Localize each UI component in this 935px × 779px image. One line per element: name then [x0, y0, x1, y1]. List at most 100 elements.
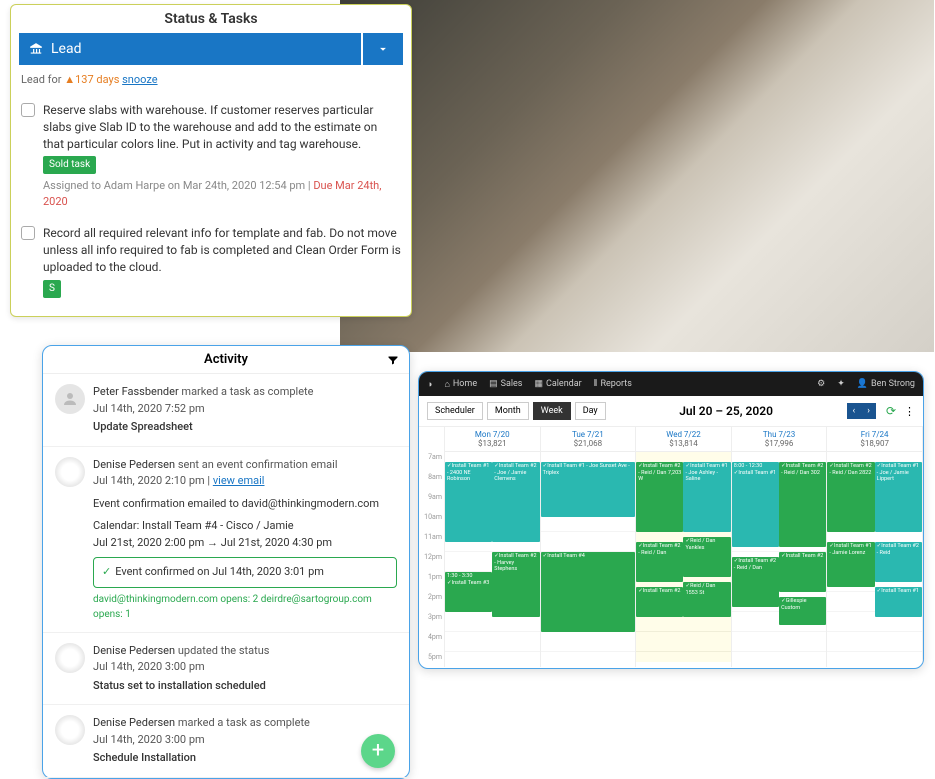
calendar-grid: 7am8am9am10am11am12pm1pm2pm3pm4pm5pm6pm7… [419, 427, 923, 667]
calendar-title: Jul 20 – 25, 2020 [610, 404, 843, 418]
filter-icon[interactable] [387, 352, 399, 367]
sold-task-badge: S [43, 280, 61, 298]
calendar-event[interactable]: ✓Install Team #2 [779, 552, 826, 592]
more-icon[interactable]: ⋮ [904, 405, 915, 418]
view-scheduler[interactable]: Scheduler [427, 402, 483, 420]
day-name[interactable]: Mon 7/20 [445, 430, 540, 439]
activity-item: Denise Pedersen updated the statusJul 14… [43, 633, 409, 706]
calendar-event[interactable]: ✓Install Team #4 [541, 552, 636, 632]
calendar-event[interactable]: ✓Install Team #2 - Reid / Dan [636, 542, 683, 582]
time-label: 10am [419, 513, 444, 533]
day-header: Tue 7/21$21,068 [541, 427, 636, 452]
calendar-event[interactable]: ✓Install Team #2 - Reid / Dan 302 [779, 462, 826, 547]
calendar-event[interactable]: ✓Install Team #2 - Reid / Dan 7,203 W [636, 462, 683, 532]
view-week[interactable]: Week [533, 402, 571, 420]
lead-dropdown[interactable] [363, 33, 403, 65]
task-checkbox[interactable] [21, 226, 35, 240]
day-name[interactable]: Tue 7/21 [541, 430, 636, 439]
activity-item: Denise Pedersen marked a task as complet… [43, 705, 409, 778]
app-logo[interactable]: ◑ [427, 379, 432, 390]
activity-when: Jul 14th, 2020 3:00 pm [93, 659, 397, 676]
next-button[interactable]: › [861, 403, 876, 419]
lead-label: Lead [51, 41, 81, 57]
calendar-event[interactable]: ✓Reid / Dan 1553 St [683, 582, 730, 617]
user-menu[interactable]: 👤 Ben Strong [857, 379, 915, 389]
nav-reports[interactable]: ⫴ Reports [594, 379, 632, 389]
day-body[interactable]: ✓Install Team #1 - 2400 NE Robinson✓Inst… [445, 452, 540, 662]
activity-title: Status set to installation scheduled [93, 678, 397, 695]
calendar-event[interactable]: ✓Install Team #2 - Reid [875, 542, 922, 582]
event-confirmed: ✓Event confirmed on Jul 14th, 2020 3:01 … [93, 557, 397, 588]
time-label: 7am [419, 453, 444, 473]
status-tasks-card: Status & Tasks Lead Lead for ▲137 days s… [10, 4, 412, 317]
bank-icon [29, 42, 43, 56]
hero-photo [340, 0, 934, 352]
settings-icon[interactable]: ⚙ [817, 379, 825, 389]
day-name[interactable]: Fri 7/24 [827, 430, 922, 439]
calendar-event[interactable]: 8:00 - 12:30 ✓Install Team #1 [732, 462, 779, 547]
view-email-link[interactable]: view email [213, 474, 265, 487]
calendar-event[interactable]: ✓Install Team #1 [875, 587, 922, 617]
view-day[interactable]: Day [575, 402, 606, 420]
activity-title: Schedule Installation [93, 750, 397, 767]
refresh-icon[interactable]: ⟳ [886, 404, 896, 418]
task-meta: Assigned to Adam Harpe on Mar 24th, 2020… [43, 178, 401, 209]
day-header: Wed 7/22$13,814 [636, 427, 731, 452]
activity-card: Activity Peter Fassbender marked a task … [42, 345, 410, 779]
calendar-event[interactable]: ✓Gillespie Custom [779, 597, 826, 625]
snooze-link[interactable]: snooze [122, 73, 157, 86]
time-label: 9am [419, 493, 444, 513]
app-topbar: ◑ ⌂ Home ▤ Sales ▦ Calendar ⫴ Reports ⚙ … [419, 372, 923, 396]
time-label: 4pm [419, 633, 444, 653]
calendar-event[interactable]: ✓Install Team #2 - Reid / Dan [732, 557, 779, 607]
day-column: Thu 7/23$17,9968:00 - 12:30 ✓Install Tea… [732, 427, 828, 667]
nav-calendar[interactable]: ▦ Calendar [534, 379, 581, 389]
day-body[interactable]: ✓Install Team #1 - Joe Sunset Ave - Trip… [541, 452, 636, 662]
activity-who: Denise Pedersen [93, 716, 175, 729]
calendar-event[interactable]: ✓Install Team #1 - Joe Ashley - Saline [683, 462, 730, 532]
activity-item: Peter Fassbender marked a task as comple… [43, 374, 409, 447]
add-activity-fab[interactable]: + [361, 734, 395, 768]
view-month[interactable]: Month [487, 402, 529, 420]
status-header: Status & Tasks [11, 5, 411, 33]
prev-button[interactable]: ‹ [847, 403, 862, 419]
activity-action: marked a task as complete [181, 385, 313, 398]
activity-when: Jul 14th, 2020 7:52 pm [93, 401, 397, 418]
calendar-event[interactable]: ✓Install Team #1 - Joe / Jamie Lippert [875, 462, 922, 532]
time-label: 5pm [419, 653, 444, 669]
chevron-down-icon [376, 42, 390, 56]
day-amount: $13,821 [445, 439, 540, 448]
calendar-event[interactable]: ✓Install Team #2 - Joe / Jamie Clemens [492, 462, 539, 542]
task-text: Reserve slabs with warehouse. If custome… [43, 102, 401, 152]
activity-title: Update Spreadsheet [93, 419, 397, 436]
day-name[interactable]: Wed 7/22 [636, 430, 731, 439]
day-header: Mon 7/20$13,821 [445, 427, 540, 452]
day-body[interactable]: 8:00 - 12:30 ✓Install Team #1✓Install Te… [732, 452, 827, 662]
nav-sales[interactable]: ▤ Sales [489, 379, 522, 389]
avatar [55, 643, 85, 673]
email-opens: david@thinkingmodern.com opens: 2 deirdr… [93, 592, 397, 622]
task-text: Record all required relevant info for te… [43, 225, 401, 275]
day-name[interactable]: Thu 7/23 [732, 430, 827, 439]
day-body[interactable]: ✓Install Team #2 - Reid / Dan 7,203 W✓In… [636, 452, 731, 662]
day-header: Thu 7/23$17,996 [732, 427, 827, 452]
calendar-event[interactable]: ✓Install Team #2 - Reid / Dan 2822 [827, 462, 874, 532]
day-body[interactable]: ✓Install Team #2 - Reid / Dan 2822✓Insta… [827, 452, 922, 662]
calendar-event[interactable]: ✓Install Team #1 - 2400 NE Robinson [445, 462, 492, 542]
task-checkbox[interactable] [21, 103, 35, 117]
calendar-card: ◑ ⌂ Home ▤ Sales ▦ Calendar ⫴ Reports ⚙ … [418, 371, 924, 669]
time-label: 11am [419, 533, 444, 553]
sold-task-badge: Sold task [43, 156, 96, 174]
calendar-event[interactable]: 1:30 - 3:30 ✓Install Team #3 [445, 572, 492, 612]
calendar-event[interactable]: ✓Install Team #2 - Harvey Stephens [492, 552, 539, 617]
day-amount: $21,068 [541, 439, 636, 448]
calendar-event[interactable]: ✓Install Team #1 - Jamie Lorenz [827, 542, 874, 587]
nav-home[interactable]: ⌂ Home [444, 379, 477, 390]
help-icon[interactable]: ✦ [837, 379, 845, 389]
time-label: 1pm [419, 573, 444, 593]
lead-status[interactable]: Lead [19, 33, 361, 65]
calendar-event[interactable]: ✓Install Team #2 [636, 587, 683, 617]
activity-header: Activity [43, 346, 409, 374]
calendar-event[interactable]: ✓Install Team #1 - Joe Sunset Ave - Trip… [541, 462, 636, 517]
calendar-event[interactable]: ✓Reid / Dan Yankles [683, 537, 730, 577]
